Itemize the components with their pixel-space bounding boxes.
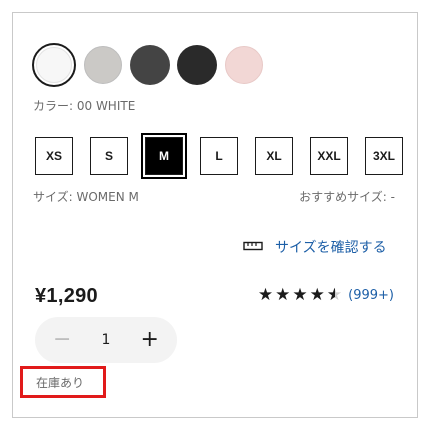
- increase-quantity-button[interactable]: +: [141, 329, 159, 351]
- recommended-size-label: おすすめサイズ: -: [299, 190, 395, 204]
- review-count-link[interactable]: (999+): [348, 288, 394, 303]
- stock-highlight: 在庫あり: [20, 366, 106, 398]
- color-swatch-light-gray[interactable]: [83, 45, 123, 85]
- decrease-quantity-button[interactable]: −: [53, 329, 71, 351]
- color-swatch-black[interactable]: [177, 45, 217, 85]
- size-check-link[interactable]: サイズを確認する: [243, 237, 387, 257]
- size-button-l[interactable]: L: [200, 137, 238, 175]
- size-label: サイズ: WOMEN M: [33, 190, 139, 204]
- product-purchase-panel: カラー: 00 WHITE XS S M L XL XXL 3XL サイズ: W…: [12, 12, 418, 418]
- size-button-xxl[interactable]: XXL: [310, 137, 348, 175]
- color-swatches: [32, 43, 264, 87]
- size-button-s[interactable]: S: [90, 137, 128, 175]
- size-button-m[interactable]: M: [141, 133, 187, 179]
- star-rating: ★ ★ ★ ★ ★: [258, 285, 342, 305]
- size-button-xl[interactable]: XL: [255, 137, 293, 175]
- color-swatch-pink[interactable]: [224, 45, 264, 85]
- rating[interactable]: ★ ★ ★ ★ ★ (999+): [258, 285, 394, 305]
- color-swatch-dark-gray[interactable]: [130, 45, 170, 85]
- price: ¥1,290: [35, 285, 98, 307]
- star-icon: ★: [275, 285, 291, 305]
- quantity-stepper: − 1 +: [35, 317, 177, 363]
- stock-status: 在庫あり: [36, 375, 85, 390]
- color-label: カラー: 00 WHITE: [33, 99, 136, 113]
- color-swatch-white[interactable]: [32, 43, 76, 87]
- half-star-icon: ★: [327, 285, 342, 305]
- size-selector: XS S M L XL XXL 3XL: [35, 133, 403, 179]
- star-icon: ★: [292, 285, 308, 305]
- ruler-icon: [243, 239, 263, 255]
- star-icon: ★: [309, 285, 325, 305]
- size-button-xs[interactable]: XS: [35, 137, 73, 175]
- star-icon: ★: [257, 285, 274, 305]
- size-check-label: サイズを確認する: [275, 240, 387, 256]
- quantity-value: 1: [101, 332, 111, 348]
- size-button-3xl[interactable]: 3XL: [365, 137, 403, 175]
